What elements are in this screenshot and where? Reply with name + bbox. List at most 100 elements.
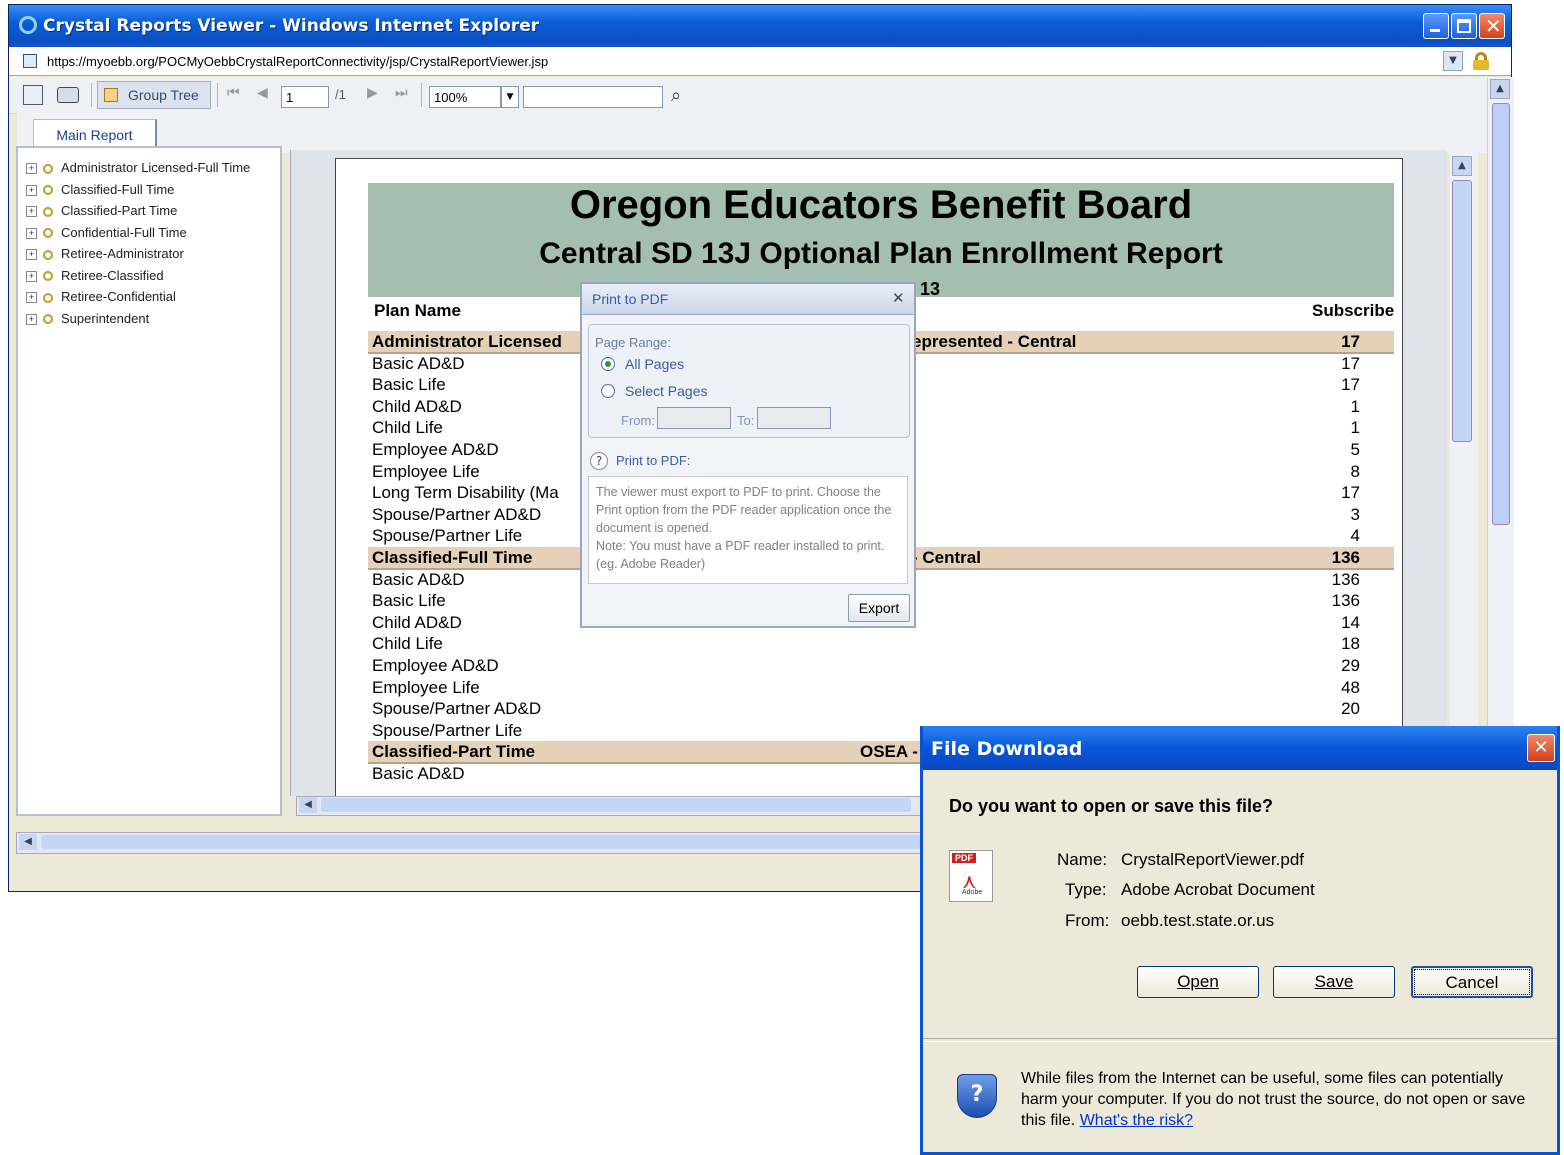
scroll-thumb[interactable] — [1492, 103, 1510, 525]
subscriber-count: 18 — [1341, 634, 1360, 654]
whats-the-risk-link[interactable]: What's the risk? — [1080, 1112, 1193, 1129]
tree-item[interactable]: + Confidential-Full Time — [26, 225, 187, 245]
scroll-thumb[interactable] — [41, 835, 921, 849]
plan-name: Basic AD&D — [372, 764, 465, 783]
from-label: From: — [621, 413, 655, 428]
tree-item-label: Administrator Licensed-Full Time — [61, 160, 251, 175]
subscriber-count: 17 — [1341, 332, 1360, 351]
to-label: To: — [737, 413, 755, 428]
tree-item[interactable]: + Retiree-Confidential — [26, 289, 176, 309]
type-label: Type: — [1065, 880, 1107, 899]
from-value: oebb.test.state.or.us — [1121, 911, 1275, 930]
expand-icon[interactable]: + — [26, 184, 37, 196]
search-input[interactable] — [523, 86, 663, 108]
scroll-left-icon[interactable]: ◀ — [19, 834, 37, 850]
file-download-question: Do you want to open or save this file? — [949, 796, 1274, 816]
subscriber-count: 29 — [1341, 656, 1360, 675]
scroll-left-icon[interactable]: ◀ — [299, 797, 317, 813]
save-button[interactable]: Save — [1273, 966, 1395, 998]
page-icon — [23, 54, 37, 68]
crystal-toolbar: Group Tree ⏮ ◀ /1 ▶ ⏭ ▼ ⌕ — [9, 77, 1487, 114]
search-binoculars-icon[interactable]: ⌕ — [671, 85, 681, 106]
plan-name: Administrator Licensed — [372, 332, 562, 351]
plan-name: Spouse/Partner Life — [372, 526, 523, 546]
from-label: From: — [1065, 911, 1110, 930]
tree-item-label: Classified-Part Time — [61, 203, 178, 218]
tree-item[interactable]: + Retiree-Classified — [26, 268, 164, 288]
maximize-button[interactable] — [1451, 13, 1477, 39]
viewer-vertical-scrollbar[interactable]: ▲ — [1450, 150, 1478, 796]
magnifier-icon — [43, 206, 53, 217]
tree-item[interactable]: + Classified-Part Time — [26, 203, 177, 223]
subscriber-count: 14 — [1341, 612, 1360, 632]
select-pages-label[interactable]: Select Pages — [625, 383, 708, 399]
to-input[interactable] — [757, 407, 831, 429]
magnifier-icon — [43, 314, 53, 325]
plan-name: Basic Life — [372, 375, 446, 395]
pdf-dialog-header[interactable]: Print to PDF ✕ — [582, 284, 914, 315]
report-row: Employee Life 48 — [368, 677, 1394, 698]
expand-icon[interactable]: + — [26, 313, 37, 325]
outer-vertical-scrollbar[interactable]: ▲ — [1487, 77, 1514, 833]
viewer-horizontal-scrollbar[interactable]: ◀ — [296, 796, 926, 816]
magnifier-icon — [43, 271, 53, 282]
magnifier-icon — [43, 249, 53, 260]
ie-window-title: Crystal Reports Viewer - Windows Interne… — [43, 16, 540, 36]
address-bar[interactable]: https://myoebb.org/POCMyOebbCrystalRepor… — [9, 47, 1511, 76]
tree-item[interactable]: + Superintendent — [26, 311, 149, 331]
expand-icon[interactable]: + — [26, 227, 37, 239]
ie-title-bar[interactable]: Crystal Reports Viewer - Windows Interne… — [9, 5, 1511, 47]
all-pages-label[interactable]: All Pages — [625, 356, 684, 372]
expand-icon[interactable]: + — [26, 270, 37, 282]
from-input[interactable] — [657, 407, 731, 429]
tree-item[interactable]: + Retiree-Administrator — [26, 246, 184, 266]
close-button[interactable]: ✕ — [1479, 13, 1505, 39]
scroll-up-icon[interactable]: ▲ — [1490, 79, 1510, 99]
tree-item-label: Retiree-Classified — [61, 267, 164, 283]
scroll-thumb[interactable] — [321, 798, 911, 812]
cancel-button[interactable]: Cancel — [1411, 966, 1533, 998]
group-tree-icon — [104, 88, 118, 102]
plan-name: Spouse/Partner AD&D — [372, 699, 542, 719]
file-download-title-bar[interactable]: File Download ✕ — [923, 726, 1557, 770]
open-button[interactable]: Open — [1137, 966, 1259, 998]
help-label: Print to PDF: — [616, 453, 691, 468]
plan-name: Employee AD&D — [372, 656, 499, 675]
minimize-button[interactable] — [1423, 13, 1449, 39]
page-total: /1 — [335, 87, 346, 102]
close-icon[interactable]: ✕ — [892, 289, 905, 307]
help-text-box: The viewer must export to PDF to print. … — [588, 476, 908, 584]
select-pages-radio[interactable] — [601, 384, 615, 398]
expand-icon[interactable]: + — [26, 206, 37, 218]
close-button[interactable]: ✕ — [1527, 734, 1555, 762]
plan-name: Child AD&D — [372, 612, 462, 632]
tree-item[interactable]: + Administrator Licensed-Full Time — [26, 160, 250, 180]
all-pages-radio[interactable] — [601, 357, 615, 371]
tree-item[interactable]: + Classified-Full Time — [26, 182, 174, 202]
subscriber-count: 4 — [1350, 526, 1360, 546]
tree-item-label: Superintendent — [61, 310, 150, 326]
last-page-icon[interactable]: ⏭ — [395, 84, 408, 101]
url-text: https://myoebb.org/POCMyOebbCrystalRepor… — [47, 54, 549, 69]
expand-icon[interactable]: + — [26, 249, 37, 261]
scroll-up-icon[interactable]: ▲ — [1452, 156, 1472, 176]
export-button[interactable]: Export — [848, 594, 910, 622]
file-download-dialog: File Download ✕ Do you want to open or s… — [920, 726, 1560, 1155]
lock-icon[interactable] — [1473, 52, 1489, 70]
plan-name: Basic AD&D — [372, 569, 465, 589]
export-icon[interactable] — [23, 85, 43, 105]
expand-icon[interactable]: + — [26, 292, 37, 304]
next-page-icon[interactable]: ▶ — [367, 84, 378, 101]
dropdown-arrow-icon[interactable]: ▼ — [1443, 51, 1463, 71]
zoom-dropdown-icon[interactable]: ▼ — [501, 86, 519, 108]
scroll-thumb[interactable] — [1452, 180, 1472, 442]
group-tree-button[interactable]: Group Tree — [97, 81, 211, 109]
expand-icon[interactable]: + — [26, 163, 37, 175]
page-number-input[interactable] — [281, 86, 329, 108]
first-page-icon[interactable]: ⏮ — [227, 84, 240, 101]
help-note: Note: You must have a PDF reader install… — [596, 539, 885, 571]
prev-page-icon[interactable]: ◀ — [257, 84, 268, 101]
print-icon[interactable] — [57, 87, 79, 103]
zoom-input[interactable] — [429, 86, 501, 108]
window-horizontal-scrollbar[interactable]: ◀ — [16, 832, 926, 854]
